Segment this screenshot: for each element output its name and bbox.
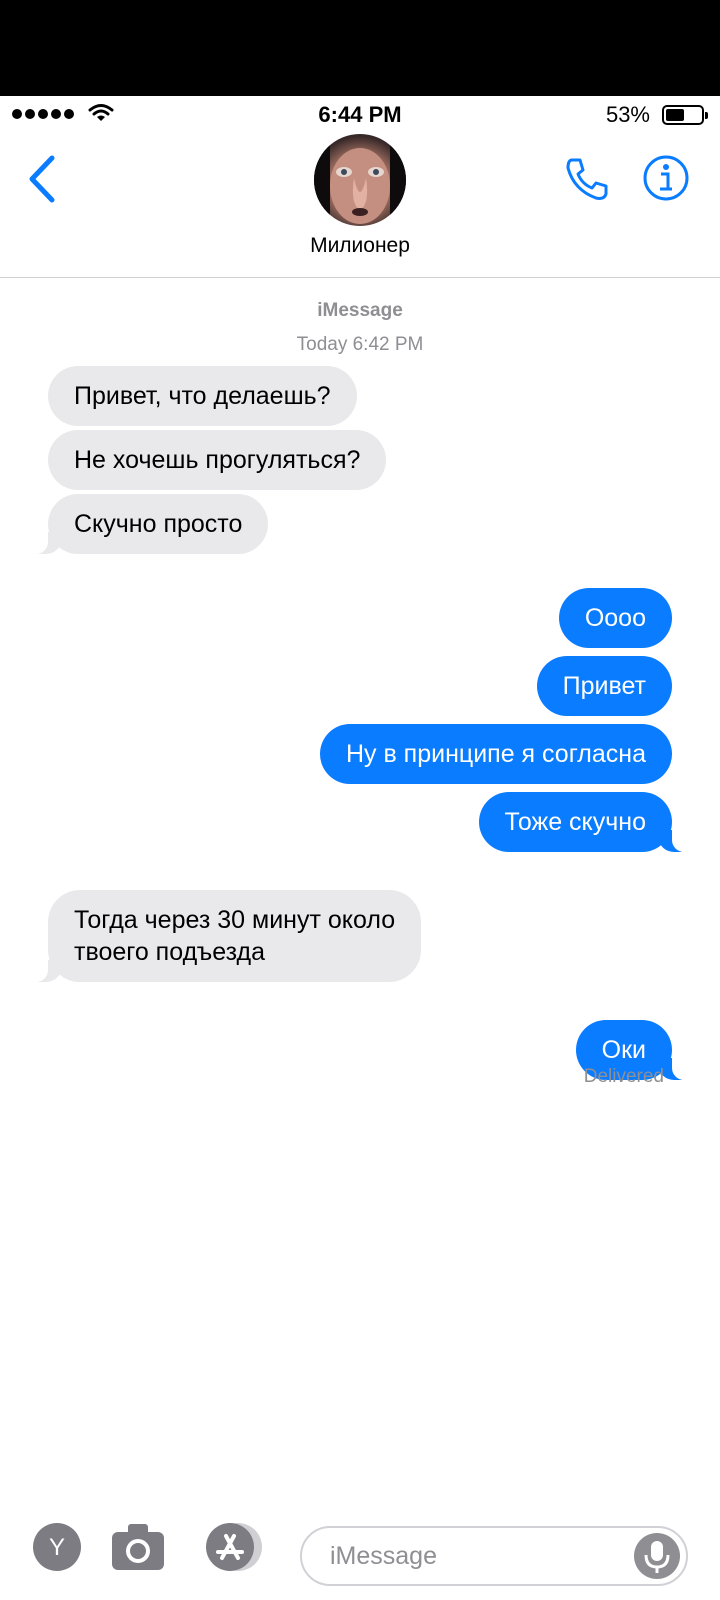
app-store-icon[interactable] — [200, 1522, 266, 1572]
camera-icon[interactable] — [110, 1522, 166, 1572]
message-input-placeholder: iMessage — [330, 1542, 437, 1570]
contact-name[interactable]: Милионер — [0, 234, 720, 258]
message-input[interactable]: iMessage — [300, 1526, 688, 1586]
message-text: Привет — [562, 672, 646, 700]
message-text: Ну в принципе я согласна — [345, 740, 646, 768]
avatar-face-image — [314, 134, 406, 226]
message-bubble-outgoing[interactable]: Тоже скучно — [478, 792, 695, 852]
phone-icon[interactable] — [562, 154, 612, 204]
status-bar: 6:44 PM 53% — [0, 96, 720, 134]
delivered-status: Delivered — [583, 1066, 664, 1087]
message-bubble-outgoing[interactable]: Привет — [536, 656, 672, 716]
message-bubble-incoming[interactable]: Привет, что делаешь? — [48, 366, 357, 426]
info-icon[interactable] — [642, 154, 690, 202]
timestamp: Today 6:42 PM — [296, 334, 424, 355]
message-text: Оооо — [584, 604, 646, 632]
contact-avatar[interactable] — [314, 134, 406, 226]
message-text: твоего подъезда — [74, 938, 265, 966]
message-text: Скучно просто — [74, 510, 243, 538]
top-black-bar — [0, 0, 720, 96]
microphone-icon[interactable] — [634, 1533, 680, 1579]
battery-fill — [666, 109, 685, 121]
back-chevron-icon[interactable] — [24, 154, 64, 204]
app-y-letter: Y — [49, 1534, 65, 1561]
message-bubble-incoming[interactable]: Тогда через 30 минут около твоего подъез… — [25, 890, 422, 982]
message-text: Тогда через 30 минут около — [74, 906, 396, 934]
message-bubble-outgoing[interactable]: Ну в принципе я согласна — [319, 724, 672, 784]
message-text: Привет, что делаешь? — [74, 382, 331, 410]
message-bubble-outgoing[interactable]: Оооо — [558, 588, 672, 648]
conversation-header: Милионер — [0, 134, 720, 278]
message-text: Тоже скучно — [504, 808, 646, 836]
app-y-icon[interactable]: Y — [32, 1522, 82, 1572]
message-text: Оки — [601, 1036, 646, 1064]
battery-icon — [662, 105, 708, 125]
message-text: Не хочешь прогуляться? — [74, 446, 361, 474]
battery-percent: 53% — [605, 102, 650, 127]
message-bubble-incoming[interactable]: Не хочешь прогуляться? — [48, 430, 387, 490]
composer-bar: Y iMessage — [0, 1490, 720, 1600]
message-bubble-incoming[interactable]: Скучно просто — [25, 494, 269, 554]
service-label: iMessage — [317, 300, 403, 321]
